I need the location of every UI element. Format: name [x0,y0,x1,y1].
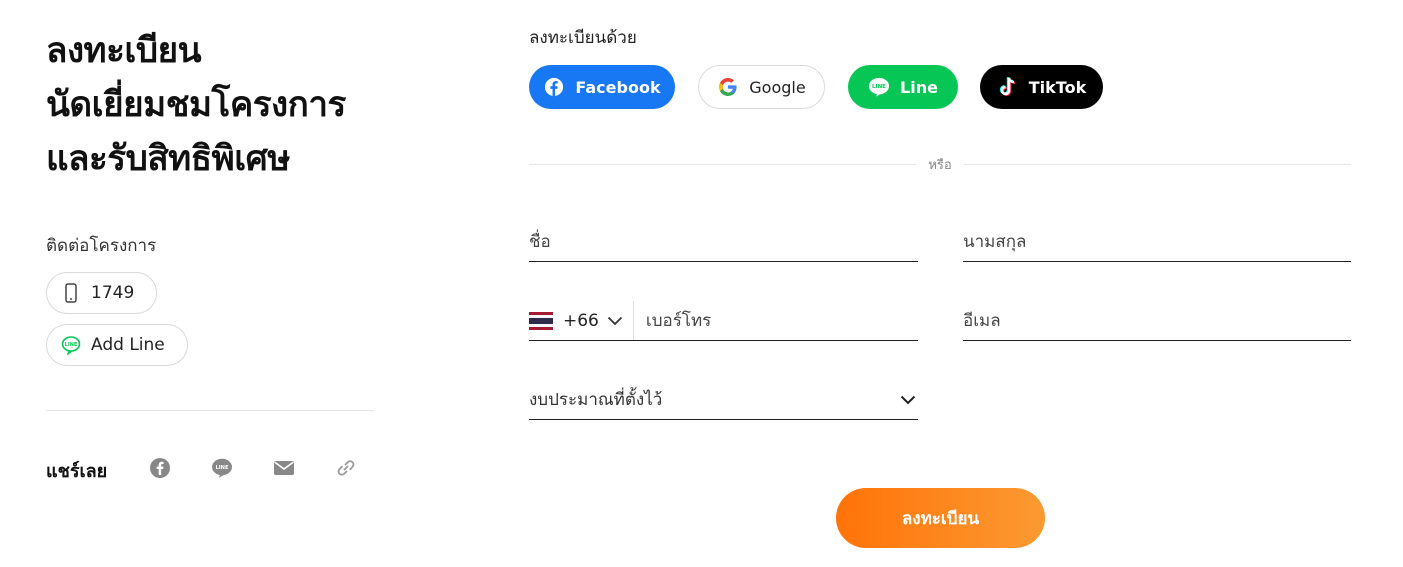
google-icon [717,76,739,98]
add-line-label: Add Line [91,335,165,355]
last-name-input[interactable] [963,222,1351,261]
share-facebook-icon[interactable] [148,456,172,480]
country-code-select[interactable]: +66 [529,301,634,340]
line-icon: LINE [61,335,81,355]
left-divider [46,410,374,411]
line-login-button[interactable]: LINE Line [848,65,958,109]
register-with-label: ลงทะเบียนด้วย [529,28,637,48]
facebook-login-button[interactable]: Facebook [529,65,675,109]
mobile-phone-icon [61,283,81,303]
share-label: แชร์เลย [46,461,108,482]
chevron-down-icon [607,311,623,330]
share-link-icon[interactable] [334,456,358,480]
budget-select[interactable]: งบประมาณที่ตั้งไว้ [529,380,918,420]
line-icon: LINE [868,76,890,98]
phone-field: +66 [529,301,918,341]
tiktok-login-label: TikTok [1028,77,1087,97]
share-line-icon[interactable]: LINE [210,456,234,480]
add-line-button[interactable]: LINE Add Line [46,324,188,366]
or-divider-line-left [529,163,917,165]
title-line-3: และรับสิทธิพิเศษ [46,139,290,179]
left-panel: ลงทะเบียน นัดเยี่ยมชมโครงการ และรับสิทธิ… [46,24,376,186]
country-code-label: +66 [563,310,599,331]
line-login-label: Line [900,77,938,97]
share-mail-icon[interactable] [272,456,296,480]
share-icons: LINE [148,456,358,480]
tiktok-login-button[interactable]: TikTok [980,65,1103,109]
title-line-1: ลงทะเบียน [46,31,202,71]
svg-text:LINE: LINE [872,84,886,90]
phone-contact-label: 1749 [91,283,135,303]
phone-input[interactable] [645,301,918,340]
contact-label: ติดต่อโครงการ [46,236,157,256]
last-name-field [963,222,1351,262]
facebook-login-label: Facebook [575,77,661,97]
title-line-2: นัดเยี่ยมชมโครงการ [46,85,346,125]
facebook-icon [543,76,565,98]
first-name-input[interactable] [529,222,918,261]
phone-contact-button[interactable]: 1749 [46,272,158,314]
or-text: หรือ [928,157,952,173]
or-divider: หรือ [529,154,1352,174]
or-divider-line-right [963,163,1352,165]
svg-text:LINE: LINE [65,342,78,348]
page-title: ลงทะเบียน นัดเยี่ยมชมโครงการ และรับสิทธิ… [46,24,376,186]
thailand-flag-icon [529,311,553,330]
google-login-button[interactable]: Google [698,65,825,109]
google-login-label: Google [749,77,806,97]
chevron-down-icon [900,390,916,409]
budget-placeholder: งบประมาณที่ตั้งไว้ [529,390,663,410]
email-input[interactable] [963,301,1351,340]
email-field [963,301,1351,341]
register-submit-button[interactable]: ลงทะเบียน [836,488,1045,548]
svg-text:LINE: LINE [215,465,229,471]
first-name-field [529,222,918,262]
tiktok-icon [997,76,1019,98]
